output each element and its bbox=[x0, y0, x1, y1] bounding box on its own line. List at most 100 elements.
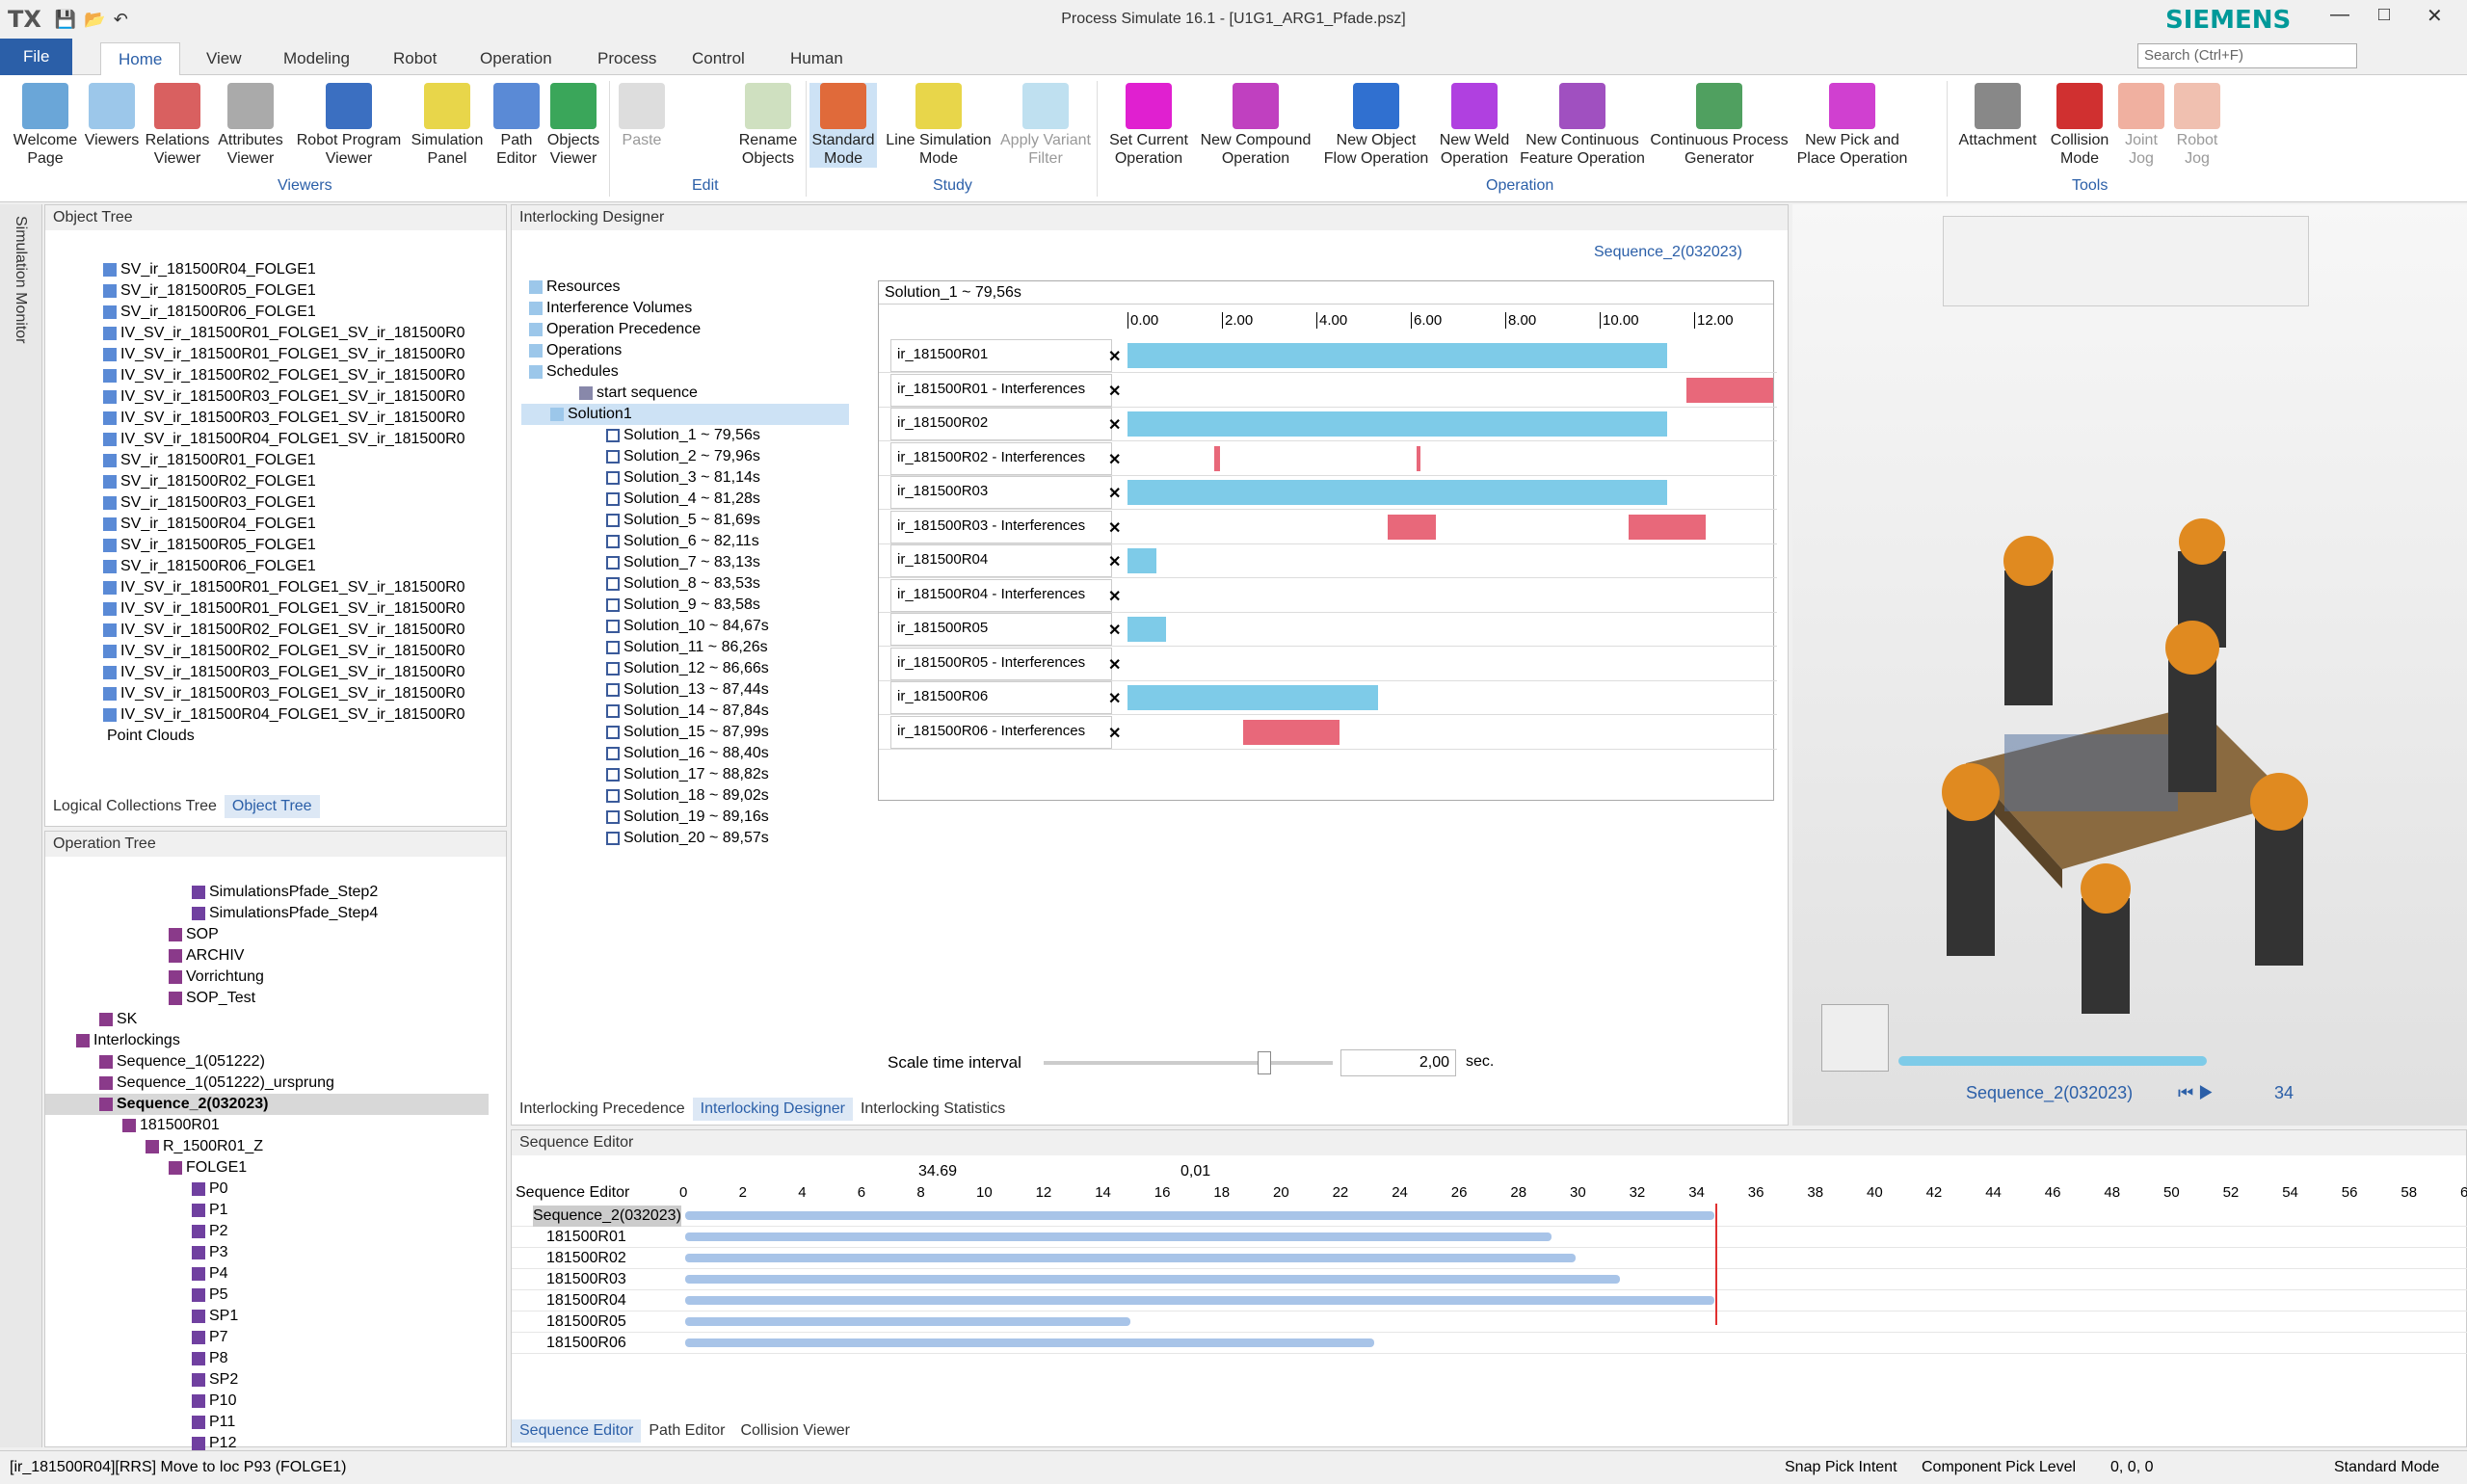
tree-item[interactable]: IV_SV_ir_181500R03_FOLGE1_SV_ir_181500R0 bbox=[103, 662, 508, 683]
sequence-bar[interactable] bbox=[685, 1338, 1374, 1347]
sequence-bar[interactable] bbox=[685, 1211, 1715, 1220]
tree-item[interactable]: Sequence_1(051222) bbox=[45, 1051, 489, 1073]
interference-bar[interactable] bbox=[1243, 719, 1340, 745]
tab-modeling[interactable]: Modeling bbox=[266, 42, 367, 75]
sequence-row[interactable]: 181500R03 bbox=[512, 1269, 2467, 1290]
solution-item[interactable]: Solution_16 ~ 88,40s bbox=[521, 743, 849, 764]
tree-item[interactable]: IV_SV_ir_181500R01_FOLGE1_SV_ir_181500R0 bbox=[103, 323, 508, 344]
tree-item[interactable]: P2 bbox=[45, 1221, 489, 1242]
collision-mode-button[interactable]: Collision Mode bbox=[2043, 83, 2116, 168]
viewer-sequence-select[interactable]: Sequence_2(032023) bbox=[1966, 1083, 2133, 1103]
solution-item[interactable]: Solution_1 ~ 79,56s bbox=[521, 425, 849, 446]
tree-item[interactable]: IV_SV_ir_181500R04_FOLGE1_SV_ir_181500R0 bbox=[103, 429, 508, 450]
tree-item[interactable]: IV_SV_ir_181500R01_FOLGE1_SV_ir_181500R0 bbox=[103, 344, 508, 365]
tree-item[interactable]: SOP bbox=[45, 924, 489, 945]
objects-viewer-button[interactable]: Objects Viewer bbox=[544, 83, 603, 168]
maximize-icon[interactable]: □ bbox=[2378, 4, 2390, 26]
rename-objects-button[interactable]: Rename Objects bbox=[732, 83, 804, 168]
solution-item[interactable]: Solution_2 ~ 79,96s bbox=[521, 446, 849, 467]
remove-row-icon[interactable]: ✕ bbox=[1108, 382, 1121, 401]
solution-item[interactable]: Solution_20 ~ 89,57s bbox=[521, 828, 849, 849]
tree-item[interactable]: Interference Volumes bbox=[521, 298, 849, 319]
close-icon[interactable]: ✕ bbox=[2427, 4, 2443, 28]
tree-item[interactable]: Resources bbox=[521, 277, 849, 298]
tree-item[interactable]: IV_SV_ir_181500R03_FOLGE1_SV_ir_181500R0 bbox=[103, 683, 508, 704]
tree-item[interactable]: P7 bbox=[45, 1327, 489, 1348]
sequence-bar[interactable] bbox=[685, 1317, 1130, 1326]
tree-item[interactable]: SV_ir_181500R02_FOLGE1 bbox=[103, 471, 508, 492]
step-input[interactable]: 0,01 bbox=[1180, 1163, 1210, 1180]
tree-item[interactable]: Operation Precedence bbox=[521, 319, 849, 340]
new-pick-and-place-operation-button[interactable]: New Pick and Place Operation bbox=[1789, 83, 1916, 168]
activity-bar[interactable] bbox=[1127, 548, 1156, 573]
solution-item[interactable]: Solution_15 ~ 87,99s bbox=[521, 722, 849, 743]
tree-item[interactable]: SK bbox=[45, 1009, 489, 1030]
tree-item[interactable]: SV_ir_181500R01_FOLGE1 bbox=[103, 450, 508, 471]
set-current-operation-button[interactable]: Set Current Operation bbox=[1101, 83, 1197, 168]
joint-jog-button[interactable]: Joint Jog bbox=[2116, 83, 2166, 168]
tree-item[interactable]: SV_ir_181500R06_FOLGE1 bbox=[103, 302, 508, 323]
tab-logical-collections[interactable]: Logical Collections Tree bbox=[45, 795, 225, 818]
remove-row-icon[interactable]: ✕ bbox=[1108, 450, 1121, 469]
tree-item[interactable]: SV_ir_181500R06_FOLGE1 bbox=[103, 556, 508, 577]
tree-item[interactable]: SOP_Test bbox=[45, 988, 489, 1009]
scale-slider[interactable] bbox=[1044, 1051, 1333, 1074]
playback-progress[interactable] bbox=[1898, 1056, 2207, 1066]
solution-item[interactable]: Solution_17 ~ 88,82s bbox=[521, 764, 849, 785]
solution-item[interactable]: Solution_19 ~ 89,16s bbox=[521, 807, 849, 828]
tree-item[interactable]: SV_ir_181500R05_FOLGE1 bbox=[103, 280, 508, 302]
tab-interlocking-precedence[interactable]: Interlocking Precedence bbox=[512, 1098, 693, 1121]
tree-item[interactable]: P5 bbox=[45, 1285, 489, 1306]
search-input[interactable]: Search (Ctrl+F) bbox=[2137, 43, 2357, 68]
tree-item[interactable]: start sequence bbox=[521, 383, 849, 404]
tree-item[interactable]: SV_ir_181500R04_FOLGE1 bbox=[103, 514, 508, 535]
graphic-viewer[interactable]: Sequence_2(032023) ⏮ ▶ 34 bbox=[1792, 204, 2467, 1126]
tree-item[interactable]: P8 bbox=[45, 1348, 489, 1369]
tab-interlocking-statistics[interactable]: Interlocking Statistics bbox=[853, 1098, 1013, 1121]
tree-item[interactable]: SP2 bbox=[45, 1369, 489, 1391]
solution-item[interactable]: Solution_13 ~ 87,44s bbox=[521, 679, 849, 701]
tab-object-tree[interactable]: Object Tree bbox=[224, 795, 320, 818]
solution-item[interactable]: Solution_9 ~ 83,58s bbox=[521, 595, 849, 616]
tree-item[interactable]: SV_ir_181500R03_FOLGE1 bbox=[103, 492, 508, 514]
tab-path-editor[interactable]: Path Editor bbox=[641, 1419, 732, 1443]
robot-jog-button[interactable]: Robot Jog bbox=[2170, 83, 2224, 168]
tree-item[interactable]: Point Clouds bbox=[103, 726, 508, 747]
tab-robot[interactable]: Robot bbox=[376, 42, 454, 75]
tree-item[interactable]: P0 bbox=[45, 1179, 489, 1200]
tree-item[interactable]: SP1 bbox=[45, 1306, 489, 1327]
solution-item[interactable]: Solution_6 ~ 82,11s bbox=[521, 531, 849, 552]
tree-item[interactable]: IV_SV_ir_181500R01_FOLGE1_SV_ir_181500R0 bbox=[103, 577, 508, 598]
sequence-bar[interactable] bbox=[685, 1254, 1576, 1262]
remove-row-icon[interactable]: ✕ bbox=[1108, 415, 1121, 435]
tree-item[interactable]: SV_ir_181500R04_FOLGE1 bbox=[103, 259, 508, 280]
solution-item[interactable]: Solution_7 ~ 83,13s bbox=[521, 552, 849, 573]
solution-item[interactable]: Solution_5 ~ 81,69s bbox=[521, 510, 849, 531]
path-editor-button[interactable]: Path Editor bbox=[490, 83, 544, 168]
welcome-page-button[interactable]: Welcome Page bbox=[10, 83, 81, 168]
remove-row-icon[interactable]: ✕ bbox=[1108, 587, 1121, 606]
sequence-row[interactable]: 181500R02 bbox=[512, 1248, 2467, 1269]
remove-row-icon[interactable]: ✕ bbox=[1108, 724, 1121, 743]
remove-row-icon[interactable]: ✕ bbox=[1108, 347, 1121, 366]
activity-bar[interactable] bbox=[1127, 411, 1667, 437]
activity-bar[interactable] bbox=[1127, 617, 1166, 642]
tab-human[interactable]: Human bbox=[773, 42, 861, 75]
tree-item[interactable]: IV_SV_ir_181500R02_FOLGE1_SV_ir_181500R0 bbox=[103, 365, 508, 386]
new-compound-operation-button[interactable]: New Compound Operation bbox=[1195, 83, 1316, 168]
activity-bar[interactable] bbox=[1127, 480, 1667, 505]
attributes-viewer-button[interactable]: Attributes Viewer bbox=[214, 83, 287, 168]
apply-variant-filter-button[interactable]: Apply Variant Filter bbox=[998, 83, 1093, 168]
tab-control[interactable]: Control bbox=[675, 42, 762, 75]
tree-item[interactable]: 181500R01 bbox=[45, 1115, 489, 1136]
tree-item[interactable]: R_1500R01_Z bbox=[45, 1136, 489, 1157]
tree-item[interactable]: IV_SV_ir_181500R01_FOLGE1_SV_ir_181500R0 bbox=[103, 598, 508, 620]
minimize-icon[interactable]: — bbox=[2330, 4, 2349, 26]
remove-row-icon[interactable]: ✕ bbox=[1108, 689, 1121, 708]
view-cube[interactable] bbox=[1821, 1004, 1889, 1072]
solution-item[interactable]: Solution_11 ~ 86,26s bbox=[521, 637, 849, 658]
sequence-row[interactable]: 181500R04 bbox=[512, 1290, 2467, 1312]
attachment-button[interactable]: Attachment bbox=[1952, 83, 2043, 149]
tab-process[interactable]: Process bbox=[580, 42, 674, 75]
simulation-panel-button[interactable]: Simulation Panel bbox=[407, 83, 488, 168]
